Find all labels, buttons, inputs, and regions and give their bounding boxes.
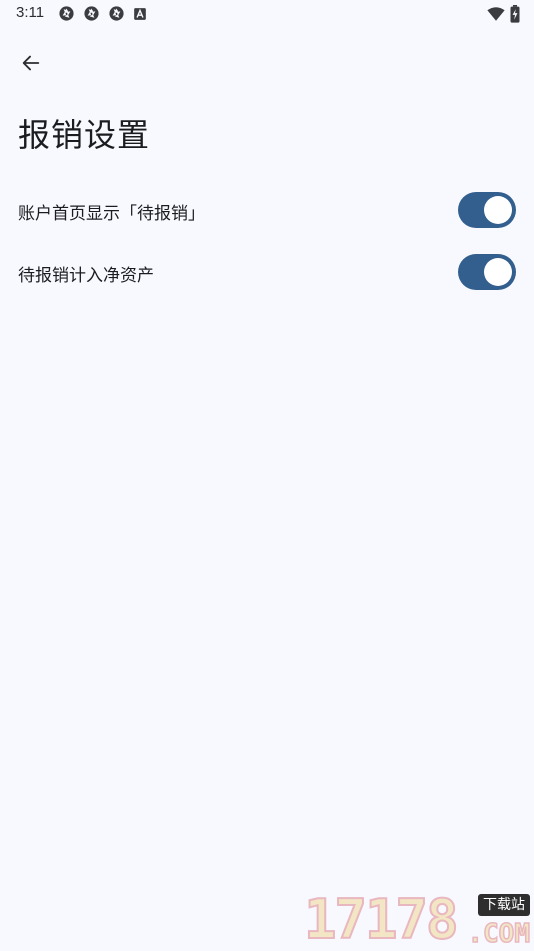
status-time: 3:11	[16, 4, 45, 21]
battery-charging-icon	[510, 5, 520, 23]
status-bar: 3:11	[0, 0, 534, 28]
wifi-icon	[487, 7, 505, 21]
aperture-icon	[84, 6, 99, 21]
setting-count-in-net-assets[interactable]: 待报销计入净资产	[0, 244, 534, 300]
setting-show-pending-reimbursement[interactable]: 账户首页显示「待报销」	[0, 182, 534, 238]
show-pending-reimbursement-switch[interactable]	[458, 192, 516, 228]
page-title: 报销设置	[18, 116, 151, 154]
watermark-badge: 下载站	[478, 894, 530, 916]
aperture-icon	[59, 6, 74, 21]
font-a-icon	[134, 7, 146, 20]
back-button[interactable]	[12, 44, 50, 82]
switch-thumb	[484, 196, 512, 224]
switch-thumb	[484, 258, 512, 286]
count-in-net-assets-switch[interactable]	[458, 254, 516, 290]
setting-label: 账户首页显示「待报销」	[18, 204, 205, 224]
status-notification-icons	[58, 5, 147, 22]
status-system-icons	[487, 5, 520, 23]
aperture-icon	[109, 6, 124, 21]
arrow-left-icon	[22, 55, 40, 71]
watermark-logo: 17178 下载站 .COM	[303, 888, 531, 951]
setting-label: 待报销计入净资产	[18, 266, 154, 286]
watermark-domain: .COM	[467, 919, 531, 949]
watermark-digits: 17178	[303, 888, 460, 951]
